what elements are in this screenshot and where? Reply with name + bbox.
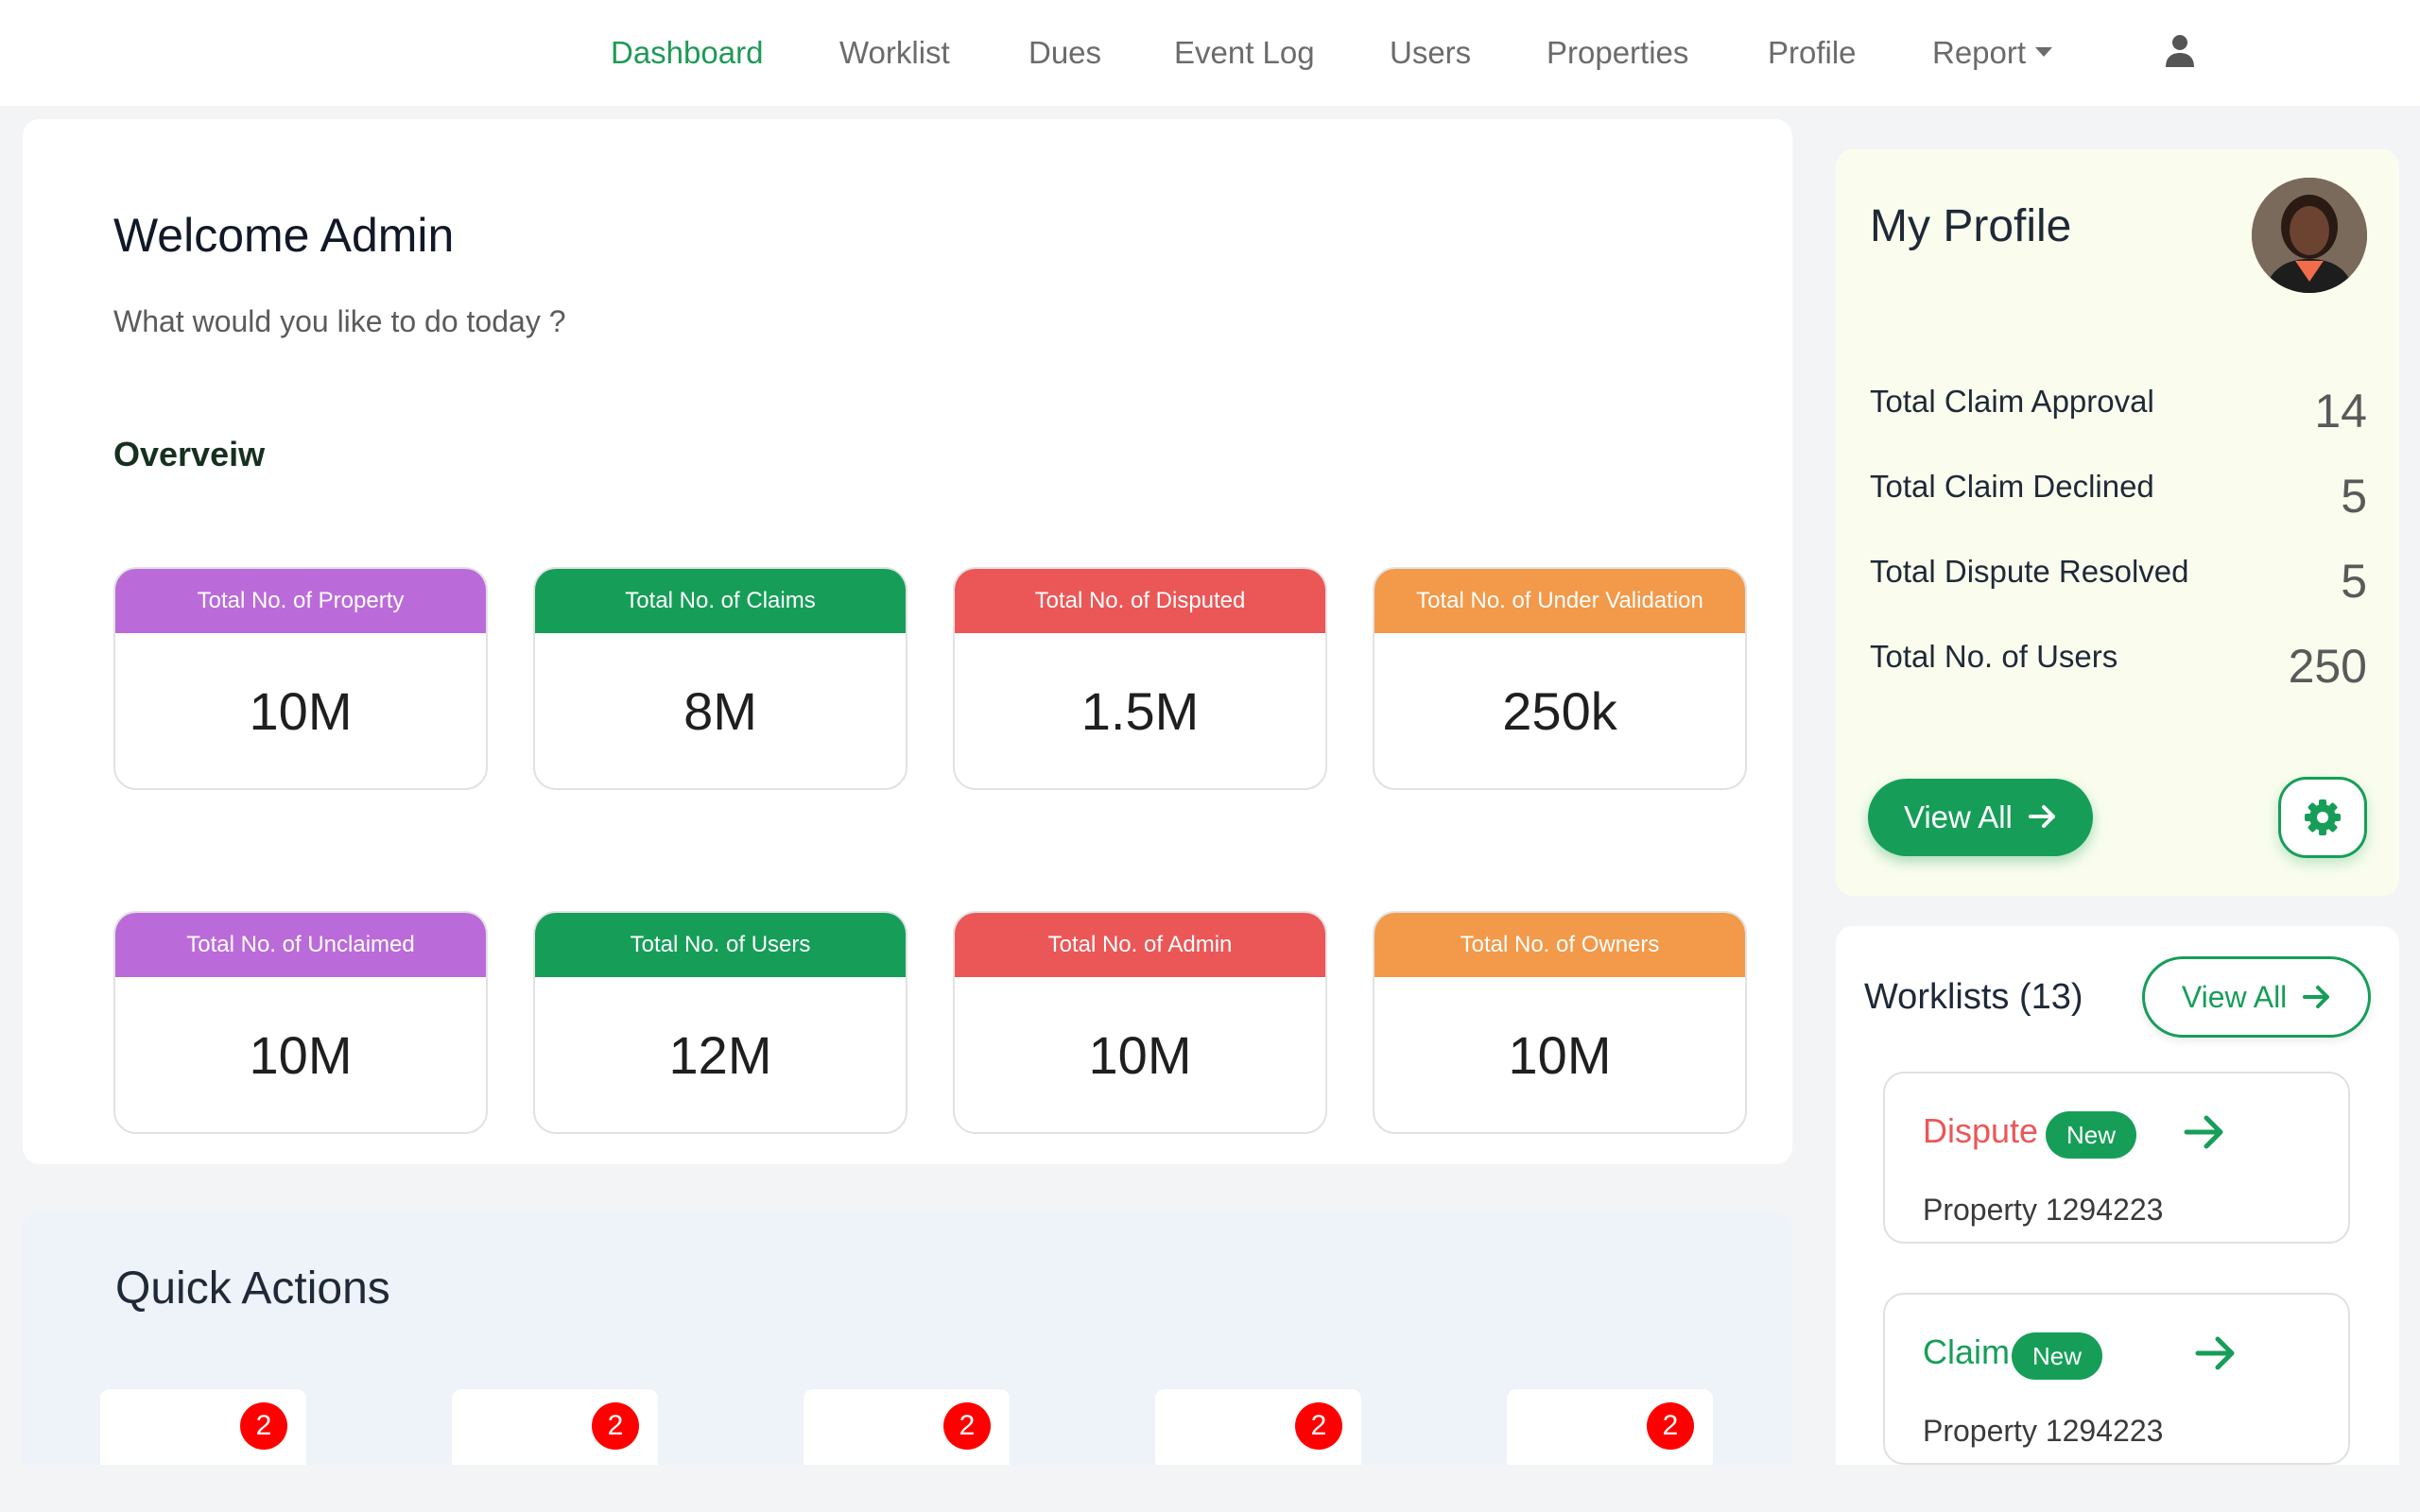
nav-dues[interactable]: Dues — [1028, 30, 1101, 76]
settings-button[interactable] — [2278, 777, 2367, 858]
welcome-subtitle: What would you like to do today ? — [113, 304, 566, 338]
profile-photo-icon — [2252, 178, 2367, 293]
user-icon[interactable] — [2165, 34, 2195, 68]
gear-icon — [2305, 799, 2341, 835]
stat-card-value: 1.5M — [1080, 681, 1200, 741]
stat-card-value: 12M — [668, 1025, 772, 1085]
stat-card-users[interactable]: Total No. of Users 12M — [533, 911, 908, 1134]
dashboard-main-panel: Welcome Admin What would you like to do … — [23, 119, 1792, 1164]
nav-worklist[interactable]: Worklist — [839, 30, 950, 76]
notification-badge: 2 — [1295, 1402, 1342, 1450]
stat-label-dispute-resolved: Total Dispute Resolved — [1870, 554, 2189, 589]
stat-card-label: Total No. of Claims — [535, 569, 906, 633]
worklist-item-property: Property 1294223 — [1923, 1414, 2164, 1448]
worklist-item-type: Claim — [1923, 1332, 2011, 1371]
profile-title: My Profile — [1870, 201, 2072, 251]
arrow-right-icon[interactable] — [2184, 1113, 2225, 1151]
worklist-item-claim[interactable]: Claim New Property 1294223 — [1883, 1293, 2350, 1465]
stat-card-label: Total No. of Under Validation — [1374, 569, 1745, 633]
stat-label-total-users: Total No. of Users — [1870, 639, 2118, 674]
profile-view-all-button[interactable]: View All — [1868, 779, 2093, 856]
stat-label-claim-approval: Total Claim Approval — [1870, 384, 2154, 419]
notification-badge: 2 — [240, 1402, 287, 1450]
worklists-title: Worklists (13) — [1864, 977, 2083, 1017]
new-badge: New — [2046, 1111, 2137, 1159]
new-badge: New — [2012, 1332, 2103, 1380]
stat-value-dispute-resolved: 5 — [2341, 555, 2367, 608]
view-all-label: View All — [1903, 799, 2013, 834]
arrow-right-icon[interactable] — [2195, 1334, 2237, 1372]
stat-card-label: Total No. of Admin — [955, 913, 1325, 977]
view-all-label: View All — [2181, 980, 2288, 1014]
notification-badge: 2 — [592, 1402, 639, 1450]
worklist-item-property: Property 1294223 — [1923, 1193, 2164, 1227]
stat-card-unclaimed[interactable]: Total No. of Unclaimed 10M — [113, 911, 488, 1134]
stat-value-total-users: 250 — [2288, 640, 2367, 693]
stat-card-claims[interactable]: Total No. of Claims 8M — [533, 567, 908, 790]
nav-report-label: Report — [1932, 35, 2027, 70]
quick-actions-title: Quick Actions — [115, 1263, 390, 1314]
worklist-item-dispute[interactable]: Dispute New Property 1294223 — [1883, 1072, 2350, 1244]
welcome-title: Welcome Admin — [113, 209, 455, 262]
stat-value-claim-approval: 14 — [2314, 385, 2367, 438]
stat-card-value: 250k — [1502, 681, 1617, 741]
arrow-right-icon — [2029, 805, 2056, 829]
worklists-view-all-button[interactable]: View All — [2142, 956, 2371, 1038]
stat-card-label: Total No. of Users — [535, 913, 906, 977]
caret-down-icon — [2035, 47, 2053, 58]
stat-card-admin[interactable]: Total No. of Admin 10M — [953, 911, 1327, 1134]
stat-card-label: Total No. of Owners — [1374, 913, 1745, 977]
stat-card-value: 10M — [1508, 1025, 1612, 1085]
notification-badge: 2 — [943, 1402, 991, 1450]
stat-card-value: 10M — [1088, 1025, 1192, 1085]
stat-card-property[interactable]: Total No. of Property 10M — [113, 567, 488, 790]
stat-card-label: Total No. of Unclaimed — [115, 913, 486, 977]
stat-card-value: 10M — [249, 681, 353, 741]
nav-event-log[interactable]: Event Log — [1174, 30, 1315, 76]
worklists-panel: Worklists (13) View All Dispute New Prop… — [1836, 926, 2399, 1512]
notification-badge: 2 — [1647, 1402, 1694, 1450]
nav-profile[interactable]: Profile — [1768, 30, 1857, 76]
stat-card-under-validation[interactable]: Total No. of Under Validation 250k — [1373, 567, 1747, 790]
nav-users[interactable]: Users — [1390, 30, 1471, 76]
stat-value-claim-declined: 5 — [2341, 470, 2367, 523]
stat-card-value: 8M — [683, 681, 757, 741]
stat-card-value: 10M — [249, 1025, 353, 1085]
nav-dashboard[interactable]: Dashboard — [611, 30, 763, 76]
overview-heading: Overveiw — [113, 435, 266, 473]
top-navbar: Dashboard Worklist Dues Event Log Users … — [0, 0, 2420, 106]
stat-card-label: Total No. of Disputed — [955, 569, 1325, 633]
my-profile-panel: My Profile Total Claim Approval 14 Total… — [1836, 149, 2399, 896]
arrow-right-icon — [2303, 985, 2330, 1008]
stat-label-claim-declined: Total Claim Declined — [1870, 469, 2154, 504]
nav-properties[interactable]: Properties — [1547, 30, 1688, 76]
page-bottom-strip — [0, 1465, 2420, 1512]
nav-report-dropdown[interactable]: Report — [1932, 30, 2053, 76]
stat-card-disputed[interactable]: Total No. of Disputed 1.5M — [953, 567, 1327, 790]
avatar — [2252, 178, 2367, 293]
worklist-item-type: Dispute — [1923, 1111, 2039, 1150]
stat-card-label: Total No. of Property — [115, 569, 486, 633]
stat-card-owners[interactable]: Total No. of Owners 10M — [1373, 911, 1747, 1134]
